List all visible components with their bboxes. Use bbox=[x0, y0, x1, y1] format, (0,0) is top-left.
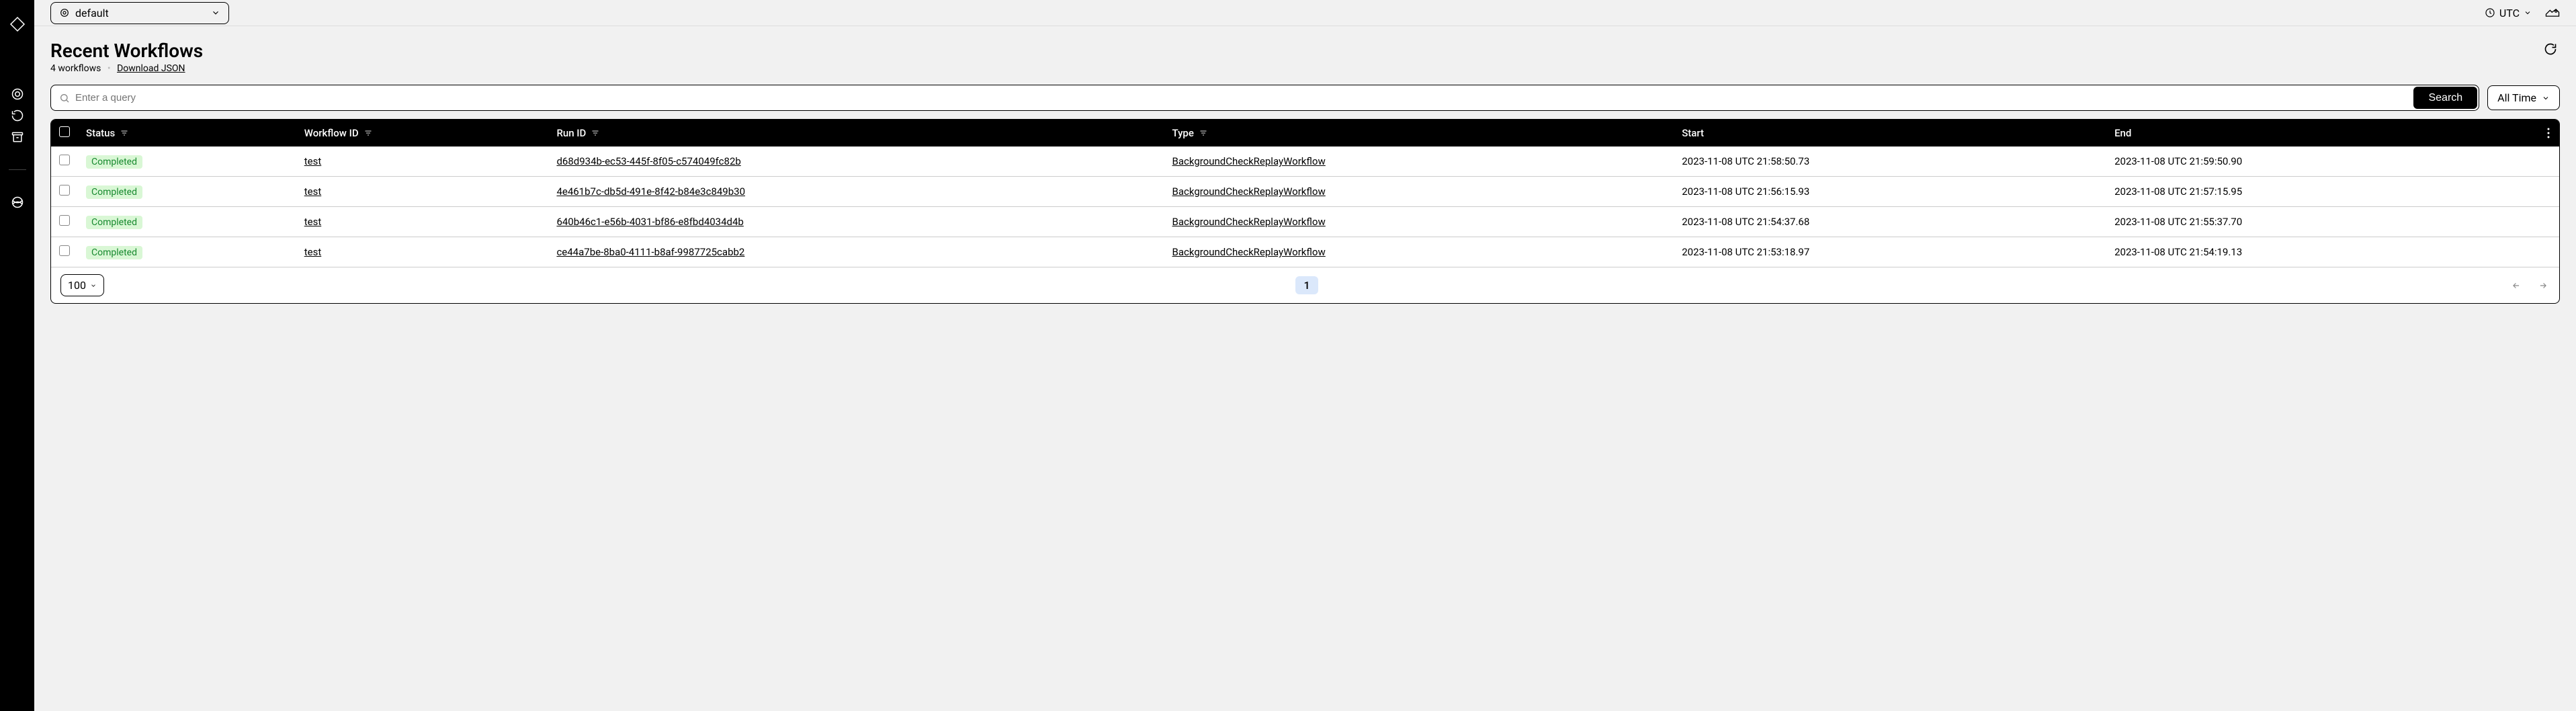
time-filter-label: All Time bbox=[2497, 91, 2536, 104]
run-id-link[interactable]: 4e461b7c-db5d-491e-8f42-b84e3c849b30 bbox=[556, 185, 745, 198]
start-time: 2023-11-08 UTC 21:56:15.93 bbox=[1682, 185, 1809, 198]
column-config-icon[interactable] bbox=[2547, 128, 2551, 138]
col-workflow-id: Workflow ID bbox=[304, 127, 359, 139]
status-badge: Completed bbox=[86, 185, 142, 199]
status-badge: Completed bbox=[86, 246, 142, 259]
next-page-button[interactable] bbox=[2536, 281, 2550, 290]
filter-icon[interactable] bbox=[591, 129, 599, 137]
prev-page-button[interactable] bbox=[2509, 281, 2523, 290]
workflow-type-link[interactable]: BackgroundCheckReplayWorkflow bbox=[1172, 155, 1326, 167]
col-type: Type bbox=[1172, 127, 1194, 139]
workflow-count: 4 workflows bbox=[50, 63, 101, 74]
schedules-nav-icon[interactable] bbox=[9, 108, 26, 124]
row-checkbox[interactable] bbox=[59, 185, 70, 196]
feedback-icon[interactable] bbox=[2545, 7, 2560, 18]
timezone-selector[interactable]: UTC bbox=[2485, 7, 2532, 19]
page-title: Recent Workflows bbox=[50, 40, 203, 62]
chevron-down-icon bbox=[211, 8, 220, 17]
search-button[interactable]: Search bbox=[2413, 87, 2477, 109]
run-id-link[interactable]: d68d934b-ec53-445f-8f05-c574049fc82b bbox=[556, 155, 740, 167]
start-time: 2023-11-08 UTC 21:53:18.97 bbox=[1682, 246, 1809, 258]
clock-icon bbox=[2485, 7, 2495, 18]
row-checkbox[interactable] bbox=[59, 245, 70, 256]
workflow-id-link[interactable]: test bbox=[304, 216, 322, 228]
target-icon bbox=[59, 7, 70, 18]
table-row: Completed test d68d934b-ec53-445f-8f05-c57… bbox=[51, 147, 2559, 177]
filter-icon[interactable] bbox=[364, 129, 372, 137]
current-page[interactable]: 1 bbox=[1295, 276, 1318, 294]
workflow-type-link[interactable]: BackgroundCheckReplayWorkflow bbox=[1172, 216, 1326, 228]
download-json-link[interactable]: Download JSON bbox=[117, 63, 185, 74]
search-wrapper: Search bbox=[50, 85, 2479, 111]
search-icon bbox=[59, 93, 70, 103]
chevron-down-icon bbox=[2542, 94, 2550, 102]
filter-icon[interactable] bbox=[1199, 129, 1207, 137]
end-time: 2023-11-08 UTC 21:59:50.90 bbox=[2114, 155, 2242, 167]
table-row: Completed test ce44a7be-8ba0-4111-b8af-998… bbox=[51, 237, 2559, 267]
chevron-down-icon bbox=[90, 282, 97, 289]
page-size-value: 100 bbox=[68, 279, 86, 292]
end-time: 2023-11-08 UTC 21:54:19.13 bbox=[2114, 246, 2242, 258]
end-time: 2023-11-08 UTC 21:57:15.95 bbox=[2114, 185, 2242, 198]
namespace-value: default bbox=[75, 7, 109, 19]
filter-icon[interactable] bbox=[120, 129, 128, 137]
run-id-link[interactable]: 640b46c1-e56b-4031-bf86-e8fbd4034d4b bbox=[556, 216, 743, 228]
run-id-link[interactable]: ce44a7be-8ba0-4111-b8af-9987725cabb2 bbox=[556, 246, 744, 258]
start-time: 2023-11-08 UTC 21:58:50.73 bbox=[1682, 155, 1809, 167]
row-checkbox[interactable] bbox=[59, 155, 70, 165]
namespaces-nav-icon[interactable] bbox=[9, 194, 26, 210]
col-run-id: Run ID bbox=[556, 127, 586, 139]
workflow-id-link[interactable]: test bbox=[304, 155, 322, 167]
page-subtitle: 4 workflows • Download JSON bbox=[50, 63, 203, 74]
table-row: Completed test 4e461b7c-db5d-491e-8f42-b84… bbox=[51, 177, 2559, 207]
sidebar bbox=[0, 0, 34, 711]
workflow-id-link[interactable]: test bbox=[304, 246, 322, 258]
table-row: Completed test 640b46c1-e56b-4031-bf86-e8f… bbox=[51, 207, 2559, 237]
timezone-value: UTC bbox=[2499, 7, 2520, 19]
temporal-logo-icon[interactable] bbox=[9, 11, 26, 40]
end-time: 2023-11-08 UTC 21:55:37.70 bbox=[2114, 216, 2242, 228]
status-badge: Completed bbox=[86, 155, 142, 169]
archive-nav-icon[interactable] bbox=[9, 129, 26, 145]
pagination: 100 1 bbox=[51, 267, 2559, 303]
workflow-type-link[interactable]: BackgroundCheckReplayWorkflow bbox=[1172, 185, 1326, 198]
time-filter-dropdown[interactable]: All Time bbox=[2487, 85, 2560, 110]
row-checkbox[interactable] bbox=[59, 215, 70, 226]
col-status: Status bbox=[86, 127, 115, 139]
workflows-table: Status Workflow ID Run ID Type Start End… bbox=[50, 119, 2560, 304]
select-all-checkbox[interactable] bbox=[59, 126, 70, 137]
page-size-selector[interactable]: 100 bbox=[60, 274, 104, 296]
start-time: 2023-11-08 UTC 21:54:37.68 bbox=[1682, 216, 1809, 228]
separator-dot: • bbox=[108, 63, 111, 74]
workflow-type-link[interactable]: BackgroundCheckReplayWorkflow bbox=[1172, 246, 1326, 258]
sidebar-divider bbox=[9, 169, 26, 170]
refresh-button[interactable] bbox=[2541, 40, 2560, 58]
workflow-id-link[interactable]: test bbox=[304, 185, 322, 198]
col-end: End bbox=[2114, 127, 2131, 139]
status-badge: Completed bbox=[86, 216, 142, 229]
col-start: Start bbox=[1682, 127, 1704, 139]
workflows-nav-icon[interactable] bbox=[9, 86, 26, 102]
chevron-down-icon bbox=[2524, 9, 2532, 17]
namespace-selector[interactable]: default bbox=[50, 2, 229, 24]
topbar: default UTC bbox=[34, 0, 2576, 26]
search-input[interactable] bbox=[75, 85, 2404, 110]
